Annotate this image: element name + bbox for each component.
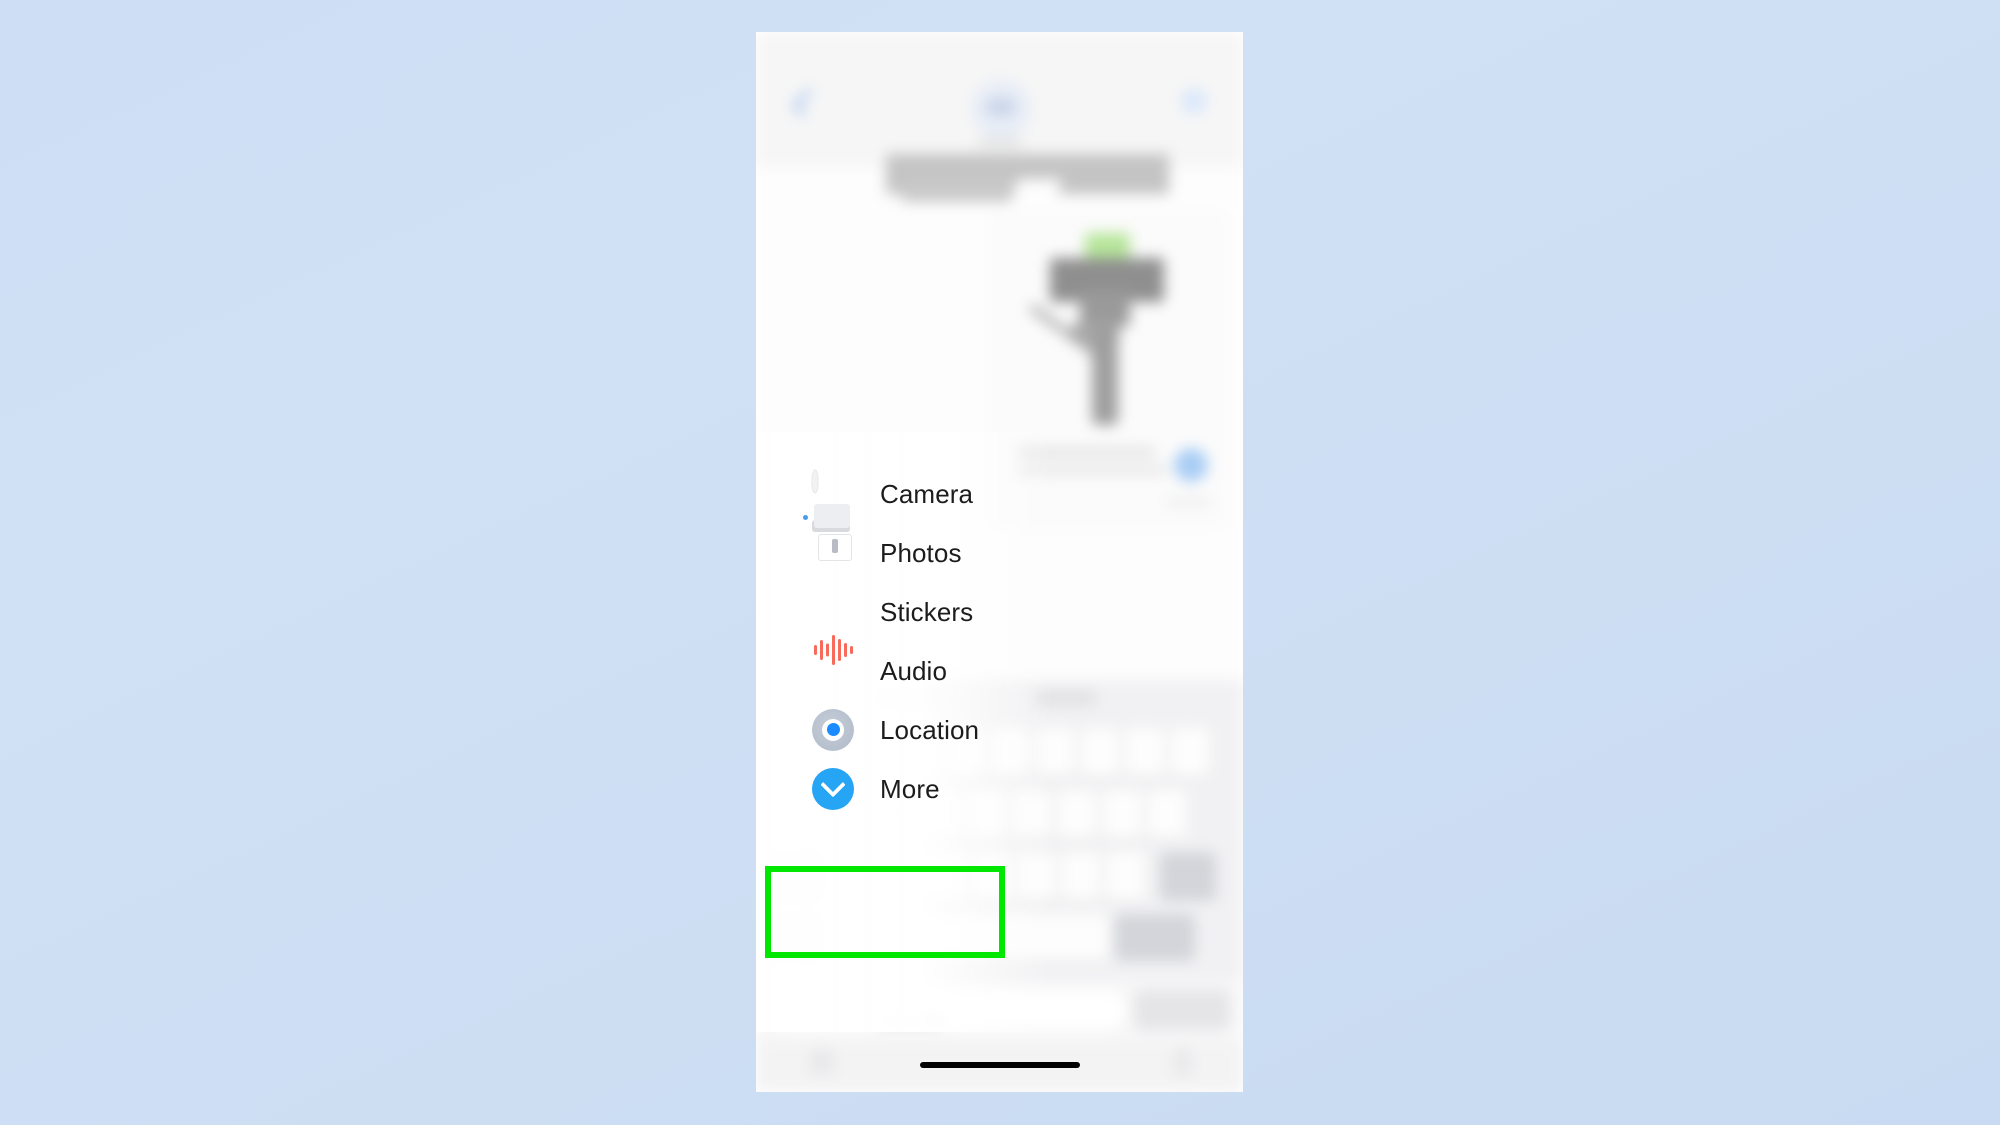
menu-item-label: Stickers bbox=[880, 596, 974, 627]
key[interactable] bbox=[1107, 852, 1145, 900]
menu-item-audio[interactable]: Audio bbox=[756, 634, 1096, 700]
thumbnail-figure-body bbox=[1092, 325, 1118, 425]
key[interactable] bbox=[1148, 790, 1186, 838]
key[interactable] bbox=[1062, 852, 1100, 900]
menu-item-label: Audio bbox=[880, 655, 947, 686]
more-icon bbox=[812, 767, 854, 810]
contact-avatar[interactable] bbox=[972, 80, 1030, 138]
menu-item-label: Camera bbox=[880, 478, 974, 509]
key[interactable] bbox=[1103, 790, 1141, 838]
menu-item-label: Location bbox=[880, 714, 980, 745]
menu-item-photos[interactable]: Photos bbox=[756, 503, 1096, 582]
home-indicator bbox=[919, 1062, 1080, 1068]
avatar-placeholder-glyph bbox=[986, 98, 1016, 116]
stickers-icon bbox=[812, 591, 854, 633]
key[interactable] bbox=[1126, 728, 1164, 776]
menu-item-label: Photos bbox=[880, 537, 962, 568]
location-icon bbox=[812, 708, 854, 751]
backspace-key[interactable] bbox=[1160, 852, 1216, 900]
phone-screenshot: Camera Photos Stickers Audio Location Mo… bbox=[756, 32, 1243, 1092]
message-timestamp-redacted bbox=[1166, 498, 1212, 506]
key[interactable] bbox=[1171, 728, 1209, 776]
menu-item-more[interactable]: More bbox=[756, 759, 1096, 818]
chevron-left-icon[interactable] bbox=[791, 88, 821, 117]
microphone-icon[interactable] bbox=[1175, 1048, 1191, 1076]
redaction-notch bbox=[1009, 179, 1063, 205]
photos-icon bbox=[803, 503, 854, 574]
audio-icon bbox=[812, 634, 854, 692]
thumbnail-logo-block-lower bbox=[1080, 290, 1130, 326]
chat-navigation-bar bbox=[756, 32, 1243, 167]
redacted-sender-name-secondary bbox=[902, 180, 1018, 202]
info-icon[interactable] bbox=[1181, 88, 1207, 114]
attachment-menu[interactable]: Camera Photos Stickers Audio Location Mo… bbox=[756, 450, 1096, 830]
keyboard-switch-icon[interactable] bbox=[810, 1050, 834, 1074]
return-key[interactable] bbox=[1115, 914, 1195, 960]
menu-item-label: More bbox=[880, 773, 940, 804]
menu-item-stickers[interactable]: Stickers bbox=[756, 582, 1096, 641]
bubble-action-dot[interactable] bbox=[1174, 448, 1208, 482]
menu-item-camera[interactable]: Camera bbox=[756, 464, 1096, 523]
contact-name-redacted bbox=[978, 138, 1022, 147]
menu-item-location[interactable]: Location bbox=[756, 700, 1096, 759]
send-button[interactable] bbox=[1134, 990, 1230, 1030]
